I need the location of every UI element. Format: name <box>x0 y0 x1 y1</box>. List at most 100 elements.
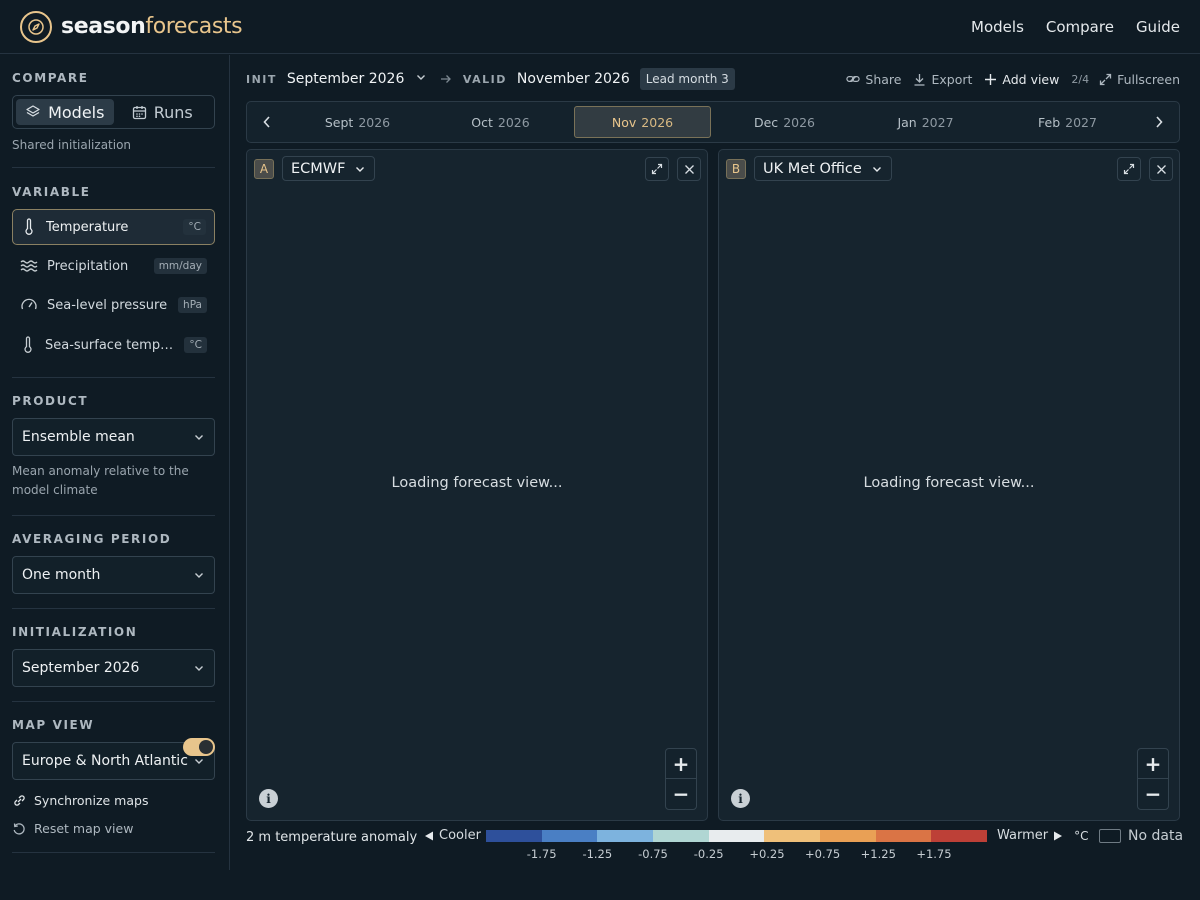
legend-no-data: No data <box>1099 828 1183 844</box>
timeline-next-button[interactable] <box>1139 102 1179 142</box>
chevron-down-icon <box>872 166 881 172</box>
fullscreen-button[interactable]: Fullscreen <box>1099 72 1180 87</box>
timeline-month[interactable]: Oct 2026 <box>432 106 569 138</box>
compare-section-title: COMPARE <box>12 71 89 85</box>
timeline-prev-button[interactable] <box>247 102 287 142</box>
averaging-select[interactable]: One month <box>12 556 215 594</box>
averaging-section-title: AVERAGING PERIOD <box>12 532 172 546</box>
nav-guide[interactable]: Guide <box>1136 18 1180 36</box>
color-scale-tick: +1.25 <box>860 847 896 861</box>
share-button[interactable]: Share <box>846 72 901 87</box>
close-icon <box>684 164 694 174</box>
valid-value: November 2026 <box>516 71 630 87</box>
nav-compare[interactable]: Compare <box>1046 18 1114 36</box>
map-view-section-title: MAP VIEW <box>12 718 95 732</box>
no-data-swatch <box>1099 829 1121 843</box>
nav-models[interactable]: Models <box>971 18 1024 36</box>
initialization-select[interactable]: September 2026 <box>12 649 215 687</box>
lead-month-badge: Lead month 3 <box>639 68 735 90</box>
triangle-right-icon <box>1054 831 1063 840</box>
info-icon[interactable]: i <box>731 789 750 808</box>
zoom-in-button[interactable]: + <box>1138 749 1168 779</box>
waves-icon <box>20 260 38 272</box>
reset-icon <box>13 822 25 835</box>
expand-icon <box>651 163 663 175</box>
zoom-in-button[interactable]: + <box>666 749 696 779</box>
forecast-panel-b: B UK Met Office Loading forecast view...… <box>718 149 1180 821</box>
color-scale-bar <box>486 830 988 842</box>
plus-icon <box>985 73 997 85</box>
product-select[interactable]: Ensemble mean <box>12 418 215 456</box>
color-scale-tick: -1.75 <box>526 847 557 861</box>
runs-mode-button[interactable]: Runs <box>114 99 212 125</box>
expand-icon <box>1123 163 1135 175</box>
init-select[interactable]: September 2026 <box>287 71 427 87</box>
export-button[interactable]: Export <box>913 72 972 87</box>
legend-cooler: Cooler <box>424 828 481 843</box>
synchronize-maps-toggle[interactable] <box>183 738 215 756</box>
compare-mode-switch: Models Runs <box>12 95 215 129</box>
zoom-control: + − <box>665 748 697 810</box>
chevron-down-icon <box>195 759 203 764</box>
download-icon <box>914 73 925 86</box>
add-view-button[interactable]: Add view <box>984 72 1059 87</box>
loading-message: Loading forecast view... <box>863 475 1035 491</box>
color-scale-swatch <box>820 830 876 842</box>
color-scale-tick: -0.75 <box>638 847 668 861</box>
triangle-left-icon <box>425 831 433 840</box>
color-scale-swatch <box>764 830 821 842</box>
timeline-month-active[interactable]: Nov 2026 <box>574 106 711 138</box>
chevron-down-icon <box>195 666 203 671</box>
month-timeline: Sept 2026 Oct 2026 Nov 2026 Dec 2026 Jan 2027… <box>246 101 1180 143</box>
variable-sea-level-pressure[interactable]: Sea-level pressure hPa <box>12 287 215 323</box>
panel-badge: B <box>726 159 746 179</box>
color-scale-swatch <box>486 830 542 842</box>
brand-name: seasonforecasts <box>61 14 243 39</box>
info-icon[interactable]: i <box>259 789 278 808</box>
compass-icon <box>20 10 52 43</box>
loading-message: Loading forecast view... <box>391 475 563 491</box>
expand-icon <box>1099 73 1112 85</box>
divider <box>12 852 215 853</box>
expand-panel-button[interactable] <box>1117 157 1141 181</box>
layers-icon <box>26 105 40 117</box>
product-section-title: PRODUCT <box>12 394 89 408</box>
close-panel-button[interactable] <box>677 157 701 181</box>
reset-map-view-button[interactable]: Reset map view <box>12 821 133 836</box>
timeline-month[interactable]: Jan 2027 <box>857 106 994 138</box>
legend-warmer: Warmer °C <box>997 828 1089 843</box>
color-scale-swatch <box>653 830 709 842</box>
thermometer-icon <box>25 218 33 235</box>
zoom-out-button[interactable]: − <box>666 779 696 809</box>
timeline-month[interactable]: Feb 2027 <box>999 106 1136 138</box>
initialization-section-title: INITIALIZATION <box>12 625 138 639</box>
init-label: INIT <box>246 72 277 86</box>
zoom-out-button[interactable]: − <box>1138 779 1168 809</box>
close-panel-button[interactable] <box>1149 157 1173 181</box>
link-icon <box>14 795 25 806</box>
divider <box>12 515 215 516</box>
timeline-month[interactable]: Dec 2026 <box>716 106 853 138</box>
variable-section-title: VARIABLE <box>12 185 91 199</box>
topbar-actions: Share Export Add view 2/4 Fullscreen <box>834 72 1180 87</box>
model-select-a[interactable]: ECMWF <box>282 156 376 181</box>
models-mode-button[interactable]: Models <box>16 99 114 125</box>
brand-logo[interactable]: seasonforecasts <box>20 10 243 43</box>
divider <box>12 608 215 609</box>
timeline-month[interactable]: Sept 2026 <box>289 106 426 138</box>
color-scale-swatch <box>708 830 765 842</box>
chevron-down-icon <box>416 75 425 80</box>
toggle-knob <box>199 740 213 754</box>
chevron-down-icon <box>356 166 365 172</box>
variable-temperature[interactable]: Temperature °C <box>12 209 215 245</box>
unit-badge: °C <box>183 219 206 235</box>
valid-label: VALID <box>462 72 507 86</box>
divider <box>12 701 215 702</box>
expand-panel-button[interactable] <box>645 157 669 181</box>
forecast-panel-a: A ECMWF Loading forecast view... + − i <box>246 149 708 821</box>
view-count: 2/4 <box>1071 72 1090 86</box>
chevron-down-icon <box>195 573 203 578</box>
variable-sea-surface-temperature[interactable]: Sea-surface temper... °C <box>12 327 215 363</box>
variable-precipitation[interactable]: Precipitation mm/day <box>12 248 215 284</box>
model-select-b[interactable]: UK Met Office <box>754 156 892 181</box>
